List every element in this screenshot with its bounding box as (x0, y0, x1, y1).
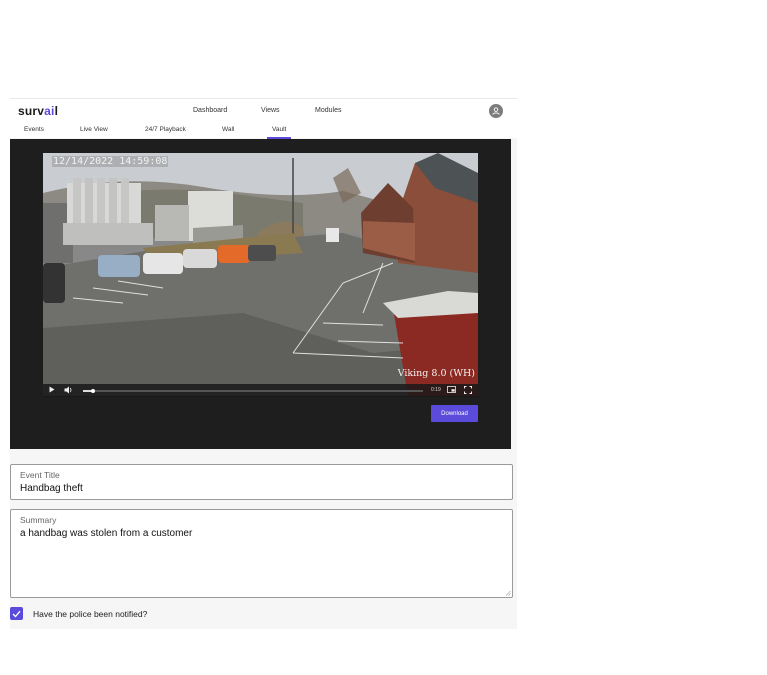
event-title-label: Event Title (20, 470, 60, 480)
tab-wall[interactable]: Wall (222, 126, 234, 133)
logo[interactable]: survail (18, 104, 58, 118)
video-player[interactable]: 12/14/2022 14:59:08 Viking 8.0 (WH) (43, 153, 478, 396)
checkmark-icon (12, 610, 21, 617)
tab-vault[interactable]: Vault (266, 126, 292, 139)
app-container: survail Dashboard Views Modules Events L… (10, 98, 517, 629)
download-button[interactable]: Download (431, 405, 478, 422)
police-notified-row: Have the police been notified? (10, 605, 517, 625)
nav-dashboard[interactable]: Dashboard (193, 107, 227, 114)
resize-handle-icon[interactable] (505, 590, 511, 596)
camera-frame (43, 153, 478, 396)
nav-modules[interactable]: Modules (315, 107, 341, 114)
video-progress-knob[interactable] (91, 388, 96, 393)
video-timestamp: 12/14/2022 14:59:08 (52, 156, 169, 167)
summary-textarea[interactable]: a handbag was stolen from a customer (20, 528, 500, 539)
fullscreen-icon[interactable] (464, 386, 472, 397)
police-notified-checkbox[interactable] (10, 607, 23, 620)
user-avatar-icon[interactable] (489, 104, 503, 118)
video-controls: 0:19 (43, 384, 478, 397)
nav-views[interactable]: Views (261, 107, 280, 114)
tab-playback[interactable]: 24/7 Playback (145, 126, 186, 133)
police-notified-label: Have the police been notified? (33, 609, 148, 619)
play-icon[interactable] (49, 386, 55, 396)
video-panel: 12/14/2022 14:59:08 Viking 8.0 (WH) 0:19… (10, 139, 511, 449)
tab-events[interactable]: Events (24, 126, 44, 133)
summary-field[interactable]: Summary a handbag was stolen from a cust… (10, 509, 513, 598)
event-title-field[interactable]: Event Title Handbag theft (10, 464, 513, 500)
top-bar: survail Dashboard Views Modules (10, 98, 517, 124)
tab-live-view[interactable]: Live View (80, 126, 108, 133)
picture-in-picture-icon[interactable] (447, 386, 456, 396)
video-progress-bar[interactable] (83, 388, 423, 393)
video-current-time: 0:19 (431, 387, 441, 393)
event-title-input[interactable]: Handbag theft (20, 483, 500, 494)
camera-name-overlay: Viking 8.0 (WH) (397, 368, 475, 379)
summary-label: Summary (20, 515, 57, 525)
sub-navigation: Events Live View 24/7 Playback Wall Vaul… (10, 123, 517, 139)
volume-icon[interactable] (64, 386, 73, 397)
